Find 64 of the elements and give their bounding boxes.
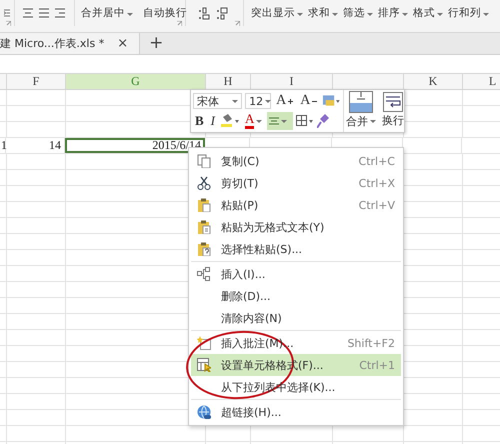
column-header[interactable]: L <box>463 74 500 89</box>
ribbon-button[interactable]: 自动换行 <box>142 4 188 22</box>
ribbon-button[interactable]: 合并居中 <box>80 4 134 22</box>
align-icon[interactable] <box>39 8 49 18</box>
plus-icon <box>288 98 294 104</box>
menu-item[interactable]: 粘贴(P) Ctrl+V <box>191 194 401 216</box>
menu-item[interactable]: 选择性粘贴(S)... <box>191 238 401 260</box>
copy-icon <box>197 154 211 168</box>
font-color-button[interactable]: A <box>243 112 264 130</box>
increase-decimal-icon[interactable] <box>198 6 210 20</box>
shortcut-label: Shift+F2 <box>347 336 395 350</box>
shortcut-label: Ctrl+V <box>358 198 395 212</box>
ribbon-button[interactable]: 求和 <box>307 4 339 22</box>
shrink-font-button[interactable]: A <box>298 92 320 110</box>
menu-item[interactable]: 超链接(H)... <box>191 401 401 423</box>
ribbon-button[interactable]: 行和列 <box>447 4 490 22</box>
dialog-launcher-icon[interactable] <box>177 21 182 26</box>
style-icon[interactable] <box>322 94 341 108</box>
format-cells-icon <box>197 358 211 372</box>
minus-icon <box>312 98 318 104</box>
align-icon[interactable] <box>55 8 65 18</box>
cut-icon <box>197 176 211 190</box>
merge-button[interactable]: 合并 <box>344 90 378 130</box>
center-align-icon <box>269 117 280 125</box>
italic-button[interactable]: I <box>208 112 218 130</box>
menu-item[interactable]: 复制(C) Ctrl+C <box>191 150 401 172</box>
globe-icon <box>197 405 211 419</box>
bold-button[interactable]: B <box>193 112 206 130</box>
format-painter-icon[interactable] <box>317 114 330 128</box>
menu-item[interactable]: 剪切(T) Ctrl+X <box>191 172 401 194</box>
shortcut-label: Ctrl+X <box>358 176 395 190</box>
shortcut-label: Ctrl+C <box>358 154 395 168</box>
dialog-launcher-icon[interactable] <box>235 21 240 26</box>
table-cell[interactable]: 14 <box>6 138 65 153</box>
paste-icon <box>197 242 211 256</box>
indent-icon[interactable] <box>4 8 10 18</box>
ribbon-button[interactable]: 排序 <box>377 4 409 22</box>
new-tab-button[interactable]: + <box>146 33 166 54</box>
ribbon-button[interactable]: 格式 <box>412 4 444 22</box>
font-size-select[interactable]: 12 <box>245 93 272 109</box>
table-cell[interactable]: 1 <box>0 138 6 153</box>
wrap-text-button[interactable]: 换行 <box>378 90 408 130</box>
menu-item[interactable]: 删除(D)... <box>191 285 401 307</box>
menu-item[interactable]: 插入(I)... <box>191 263 401 285</box>
ribbon-button[interactable]: 突出显示 <box>250 4 304 22</box>
close-tab-button[interactable]: × <box>114 36 132 51</box>
ribbon-button[interactable]: 筛选 <box>342 4 374 22</box>
dialog-launcher-icon[interactable] <box>6 21 11 26</box>
align-icon[interactable] <box>23 8 33 18</box>
insert-icon <box>197 267 211 281</box>
paste-icon <box>197 198 211 212</box>
menu-item[interactable]: 粘贴为无格式文本(Y) <box>191 216 401 238</box>
border-icon[interactable] <box>296 115 314 127</box>
comment-icon <box>197 336 211 350</box>
grow-font-button[interactable]: A <box>274 92 296 110</box>
menu-item[interactable]: 清除内容(N) <box>191 307 401 329</box>
fill-color-icon[interactable] <box>220 114 240 128</box>
paste-icon <box>197 220 211 234</box>
document-tab[interactable]: 建 Micro...作表.xls * × <box>0 33 140 54</box>
align-button[interactable] <box>267 112 294 130</box>
menu-item[interactable]: 从下拉列表中选择(K)... <box>191 376 401 398</box>
decrease-decimal-icon[interactable] <box>216 6 228 20</box>
shortcut-label: Ctrl+1 <box>359 358 395 372</box>
font-select[interactable]: 宋体 <box>193 93 242 109</box>
